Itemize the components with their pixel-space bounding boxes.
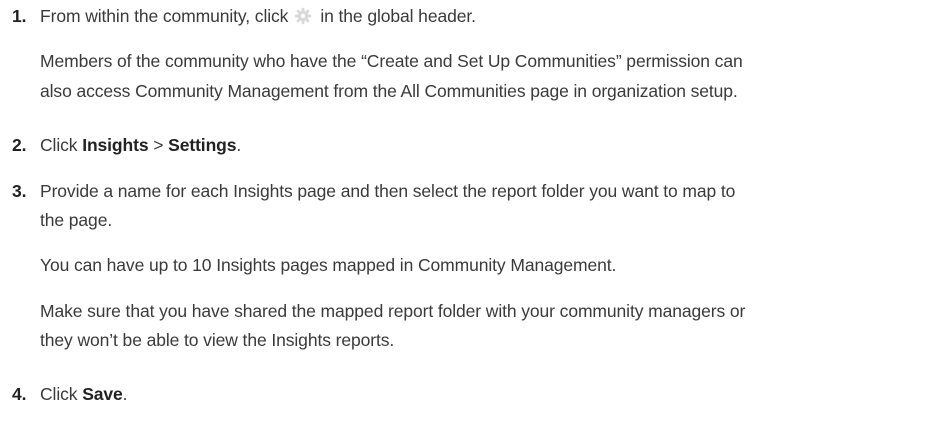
step-text: Provide a name for each Insights page an…	[40, 181, 736, 201]
step-number: 1.	[12, 6, 27, 26]
step-note: Members of the community who have the “C…	[40, 51, 743, 71]
step-note: You can have up to 10 Insights pages map…	[40, 255, 617, 275]
step-number: 3.	[12, 181, 27, 201]
save-label: Save	[82, 384, 123, 404]
step-number: 4.	[12, 384, 27, 404]
step-text: Click Save.	[40, 384, 128, 404]
step-note: they won’t be able to view the Insights …	[40, 330, 395, 350]
gear-icon	[294, 7, 312, 25]
step-number: 2.	[12, 135, 27, 155]
step-text: Click Insights > Settings.	[40, 135, 242, 155]
menu-path-settings: Settings	[168, 135, 237, 155]
step-text: From within the community, click in the …	[40, 6, 476, 26]
menu-path-insights: Insights	[82, 135, 149, 155]
step-note: also access Community Management from th…	[40, 81, 738, 101]
step-text: the page.	[40, 210, 113, 230]
step-note: Make sure that you have shared the mappe…	[40, 301, 746, 321]
